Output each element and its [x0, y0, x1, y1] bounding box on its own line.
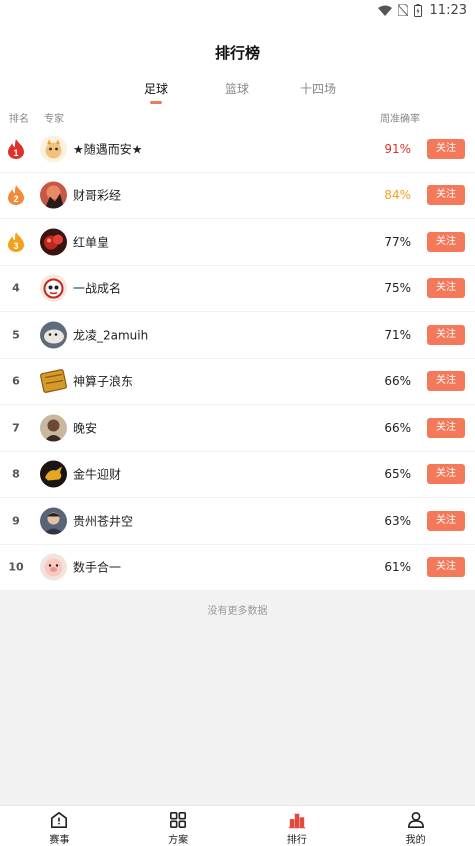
accuracy-rate: 66% — [384, 374, 411, 389]
accuracy-rate: 61% — [384, 560, 411, 575]
rank-number: 4 — [12, 281, 20, 295]
follow-button[interactable]: 关注 — [427, 324, 465, 345]
follow-button[interactable]: 关注 — [427, 371, 465, 392]
flame-medal-icon: 2 — [8, 185, 24, 206]
tab-active-indicator — [150, 101, 162, 104]
rank-number: 5 — [12, 328, 20, 342]
avatar — [40, 181, 67, 209]
accuracy-rate: 63% — [384, 513, 411, 528]
table-header: 排名 专家 周准确率 — [0, 110, 475, 125]
status-bar: 11:23 — [0, 0, 475, 20]
accuracy-rate: 77% — [384, 234, 411, 249]
accuracy-rate: 91% — [384, 141, 411, 156]
accuracy-rate: 75% — [384, 281, 411, 296]
avatar — [40, 507, 67, 535]
table-row[interactable]: 2 财哥彩经 84% 关注 — [0, 173, 475, 219]
expert-name: 红单皇 — [73, 235, 110, 250]
nav-label: 排行 — [286, 835, 307, 846]
nav-label: 我的 — [405, 835, 426, 846]
grid-icon — [170, 811, 187, 829]
follow-button[interactable]: 关注 — [427, 417, 465, 438]
expert-name: 贵州苍井空 — [73, 514, 134, 529]
home-icon — [51, 811, 68, 829]
rank-number: 10 — [8, 560, 24, 574]
table-row[interactable]: 5 龙凌_2amuih 71% 关注 — [0, 312, 475, 359]
tab-fourteen-label: 十四场 — [299, 82, 336, 96]
follow-button[interactable]: 关注 — [427, 557, 465, 578]
ranking-list: 1 ★随遇而安★ 91% 关注 2 财哥彩经 84% 关注 3 红单皇 77% … — [0, 126, 475, 591]
list-footer: 没有更多数据 — [0, 590, 475, 805]
rank-number: 8 — [12, 467, 20, 481]
follow-button[interactable]: 关注 — [427, 138, 465, 159]
page-title: 排行榜 — [214, 44, 260, 62]
avatar — [40, 135, 67, 163]
bar-chart-icon — [288, 813, 305, 829]
wifi-icon — [377, 5, 392, 16]
follow-button[interactable]: 关注 — [427, 231, 465, 252]
tab-football-label: 足球 — [143, 82, 168, 96]
no-sim-icon — [397, 4, 408, 16]
nav-item-plans[interactable]: 方案 — [119, 806, 238, 846]
expert-name: 金牛迎财 — [73, 467, 122, 482]
avatar — [40, 274, 67, 302]
table-row[interactable]: 6 神算子浪东 66% 关注 — [0, 359, 475, 405]
rank-number: 9 — [12, 514, 20, 528]
avatar — [40, 414, 67, 442]
expert-name: 龙凌_2amuih — [73, 328, 149, 343]
svg-text:1: 1 — [13, 148, 18, 158]
accuracy-rate: 66% — [384, 420, 411, 435]
battery-icon — [413, 3, 422, 17]
accuracy-rate: 65% — [384, 467, 411, 482]
table-row[interactable]: 9 贵州苍井空 63% 关注 — [0, 498, 475, 545]
avatar — [40, 321, 67, 349]
no-more-text: 没有更多数据 — [207, 606, 268, 617]
status-time: 11:23 — [429, 2, 467, 18]
svg-text:2: 2 — [13, 194, 18, 204]
table-row[interactable]: 8 金牛迎财 65% 关注 — [0, 452, 475, 498]
accuracy-rate: 71% — [384, 327, 411, 342]
nav-item-ranking[interactable]: 排行 — [238, 806, 357, 846]
table-row[interactable]: 1 ★随遇而安★ 91% 关注 — [0, 126, 475, 173]
avatar — [40, 367, 67, 395]
follow-button[interactable]: 关注 — [427, 510, 465, 531]
nav-label: 赛事 — [49, 835, 70, 846]
expert-name: 一战成名 — [73, 281, 122, 296]
svg-text:3: 3 — [13, 241, 18, 251]
nav-item-mine[interactable]: 我的 — [356, 806, 475, 846]
flame-medal-icon: 1 — [8, 138, 24, 159]
header-expert: 专家 — [44, 114, 64, 125]
sport-tabs: 足球 篮球 十四场 — [0, 80, 475, 104]
nav-label: 方案 — [168, 835, 189, 846]
user-icon — [407, 811, 424, 829]
expert-name: 神算子浪东 — [73, 374, 134, 389]
tab-fourteen[interactable]: 十四场 — [288, 80, 348, 97]
header-rank: 排名 — [9, 114, 29, 125]
accuracy-rate: 84% — [384, 188, 411, 203]
tab-basketball-label: 篮球 — [224, 82, 249, 96]
header-rate: 周准确率 — [380, 114, 420, 125]
bottom-nav: 赛事 方案 排行 我的 — [0, 805, 475, 846]
table-row[interactable]: 3 红单皇 77% 关注 — [0, 219, 475, 266]
rank-number: 6 — [12, 374, 20, 388]
avatar — [40, 228, 67, 256]
nav-item-events[interactable]: 赛事 — [0, 806, 119, 846]
tab-basketball[interactable]: 篮球 — [207, 80, 267, 97]
flame-medal-icon: 3 — [8, 231, 24, 252]
rank-number: 7 — [12, 421, 20, 435]
expert-name: 晚安 — [73, 421, 98, 436]
table-row[interactable]: 7 晚安 66% 关注 — [0, 405, 475, 452]
expert-name: 财哥彩经 — [73, 188, 122, 203]
follow-button[interactable]: 关注 — [427, 464, 465, 485]
table-row[interactable]: 10 数手合一 61% 关注 — [0, 545, 475, 591]
follow-button[interactable]: 关注 — [427, 185, 465, 206]
table-row[interactable]: 4 一战成名 75% 关注 — [0, 266, 475, 312]
avatar — [40, 460, 67, 488]
expert-name: 数手合一 — [73, 560, 122, 575]
avatar — [40, 553, 67, 581]
expert-name: ★随遇而安★ — [73, 142, 143, 157]
follow-button[interactable]: 关注 — [427, 278, 465, 299]
tab-football[interactable]: 足球 — [126, 80, 186, 104]
